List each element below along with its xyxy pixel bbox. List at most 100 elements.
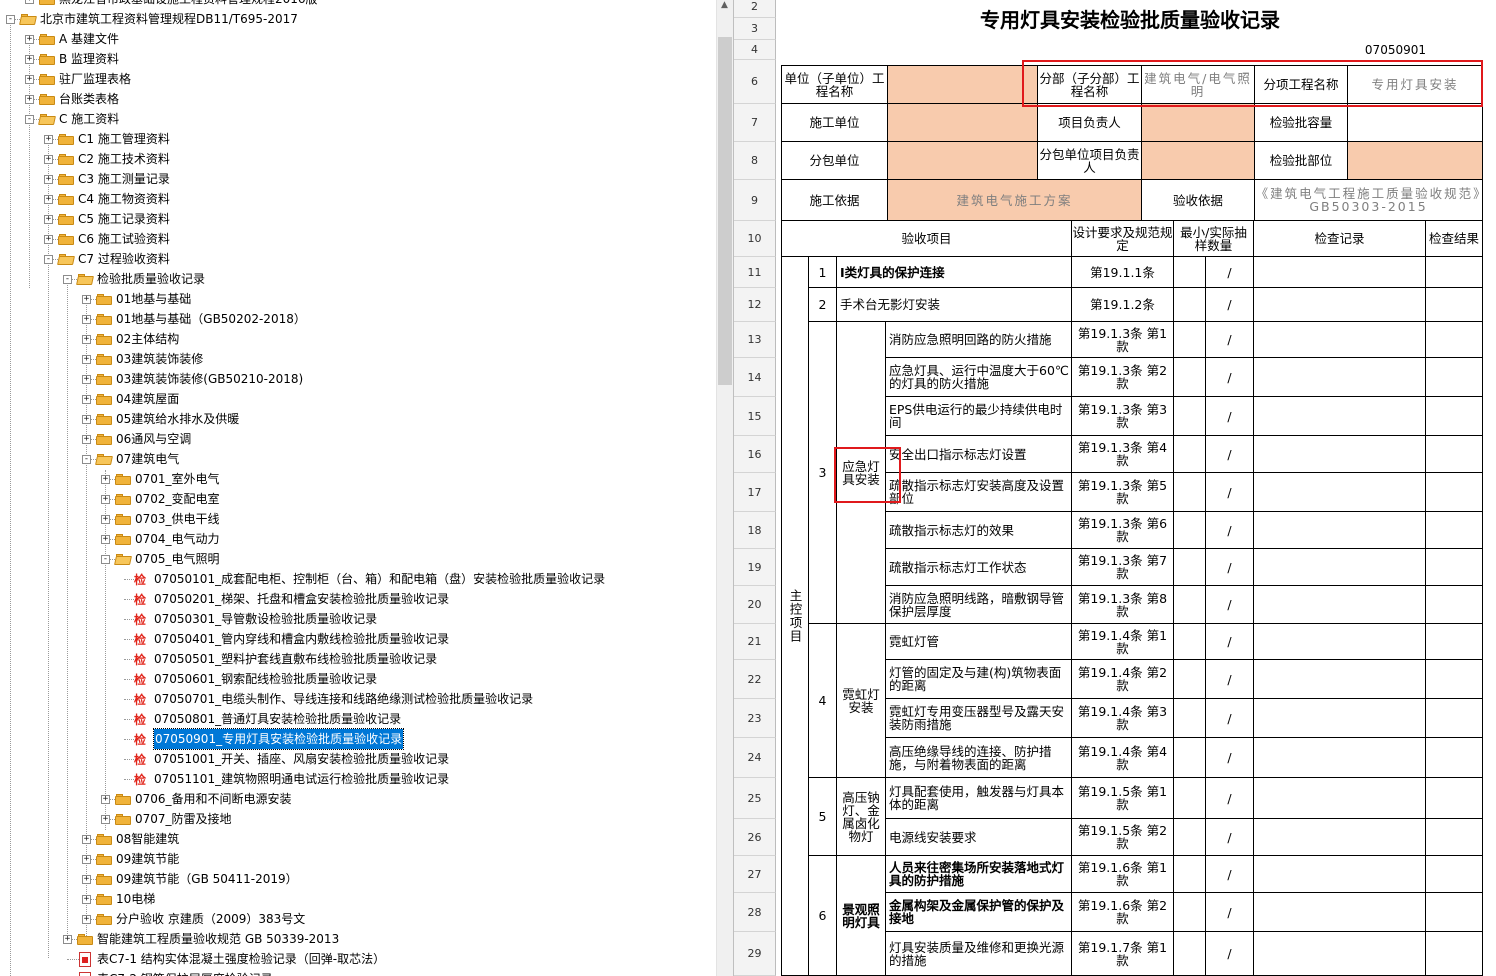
row-header[interactable]: 15 [734,397,776,436]
expand-toggle-icon[interactable]: + [44,175,53,184]
row-header[interactable]: 14 [734,358,776,397]
tree-file-node[interactable]: 表C7-1 结构实体混凝土强度检验记录（回弹-取芯法） [0,949,716,969]
tree-folder-node[interactable]: +01地基与基础（GB50202-2018） [0,309,716,329]
actual-sample-field[interactable]: / [1206,473,1254,512]
check-record-field[interactable] [1254,358,1426,397]
row-header[interactable]: 18 [734,512,776,549]
actual-sample-field[interactable]: / [1206,932,1254,976]
tree-folder-node[interactable]: - C7 过程验收资料 [0,249,716,269]
min-sample-field[interactable] [1174,699,1206,738]
row-header[interactable]: 4 [734,40,776,60]
row-header[interactable]: 9 [734,180,776,221]
actual-sample-field[interactable]: / [1206,660,1254,699]
actual-sample-field[interactable]: / [1206,358,1254,397]
min-sample-field[interactable] [1174,257,1206,288]
check-record-field[interactable] [1254,660,1426,699]
item-name-field[interactable]: 专用灯具安装 [1348,65,1483,104]
constructor-field[interactable] [888,104,1038,142]
tree-folder-node[interactable]: +0702_变配电室 [0,489,716,509]
tree-file-node[interactable]: 表C7-2 钢筋保护层厚度检验记录 [0,969,716,976]
actual-sample-field[interactable]: / [1206,257,1254,288]
expand-toggle-icon[interactable]: + [82,855,91,864]
tree-file-node[interactable]: 检 07050401_管内穿线和槽盒内敷线检验批质量验收记录 [0,629,716,649]
check-record-field[interactable] [1254,778,1426,819]
tree-scrollbar[interactable]: ▲ [716,0,734,976]
expand-toggle-icon[interactable]: + [44,195,53,204]
row-header[interactable]: 11 [734,257,776,288]
expand-toggle-icon[interactable]: + [82,375,91,384]
check-record-field[interactable] [1254,586,1426,624]
collapse-toggle-icon[interactable]: - [25,115,34,124]
check-result-field[interactable] [1426,893,1483,932]
check-record-field[interactable] [1254,893,1426,932]
check-result-field[interactable] [1426,358,1483,397]
expand-toggle-icon[interactable]: + [82,395,91,404]
collapse-toggle-icon[interactable]: - [101,555,110,564]
row-header[interactable]: 26 [734,819,776,856]
tree-file-node[interactable]: 检 07051001_开关、插座、风扇安装检验批质量验收记录 [0,749,716,769]
tree-folder-node[interactable]: + 驻厂监理表格 [0,69,716,89]
min-sample-field[interactable] [1174,778,1206,819]
min-sample-field[interactable] [1174,932,1206,976]
expand-toggle-icon[interactable]: + [82,915,91,924]
row-header[interactable]: 23 [734,699,776,738]
expand-toggle-icon[interactable]: + [101,535,110,544]
tree-folder-node[interactable]: + C2 施工技术资料 [0,149,716,169]
row-header[interactable]: 29 [734,932,776,976]
expand-toggle-icon[interactable]: + [82,875,91,884]
tree-folder-node[interactable]: + B 监理资料 [0,49,716,69]
tree-file-node[interactable]: 检 07050501_塑料护套线直敷布线检验批质量验收记录 [0,649,716,669]
expand-toggle-icon[interactable]: + [82,835,91,844]
check-record-field[interactable] [1254,512,1426,549]
batch-location-field[interactable] [1348,142,1483,180]
check-record-field[interactable] [1254,699,1426,738]
expand-toggle-icon[interactable]: + [25,35,34,44]
expand-toggle-icon[interactable]: + [25,95,34,104]
check-result-field[interactable] [1426,322,1483,358]
row-header[interactable]: 16 [734,436,776,473]
min-sample-field[interactable] [1174,893,1206,932]
subpart-name-field[interactable]: 建筑电气/电气照明 [1142,65,1255,104]
unit-name-field[interactable] [888,65,1038,104]
row-header[interactable]: 19 [734,549,776,586]
tree-folder-node[interactable]: + A 基建文件 [0,29,716,49]
expand-toggle-icon[interactable]: + [25,55,34,64]
tree-folder-node[interactable]: +02主体结构 [0,329,716,349]
row-header[interactable]: 24 [734,738,776,778]
row-header[interactable]: 7 [734,104,776,142]
min-sample-field[interactable] [1174,819,1206,856]
batch-capacity-field[interactable] [1348,104,1483,142]
row-header[interactable]: 10 [734,221,776,257]
actual-sample-field[interactable]: / [1206,624,1254,660]
actual-sample-field[interactable]: / [1206,549,1254,586]
tree-folder-node[interactable]: +01地基与基础 [0,289,716,309]
tree-folder-node[interactable]: + C5 施工记录资料 [0,209,716,229]
tree-folder-node[interactable]: +0703_供电干线 [0,509,716,529]
check-record-field[interactable] [1254,257,1426,288]
row-header[interactable]: 22 [734,660,776,699]
row-header[interactable]: 2 [734,0,776,18]
check-record-field[interactable] [1254,819,1426,856]
tree-folder-node[interactable]: + 智能建筑工程质量验收规范 GB 50339-2013 [0,929,716,949]
expand-toggle-icon[interactable]: + [101,495,110,504]
tree-folder-node[interactable]: +03建筑装饰装修(GB50210-2018) [0,369,716,389]
min-sample-field[interactable] [1174,738,1206,778]
tree-folder-node[interactable]: + C4 施工物资资料 [0,189,716,209]
expand-toggle-icon[interactable]: + [44,215,53,224]
actual-sample-field[interactable]: / [1206,856,1254,893]
project-manager-field[interactable] [1142,104,1255,142]
collapse-toggle-icon[interactable]: - [63,275,72,284]
expand-toggle-icon[interactable]: + [82,415,91,424]
check-result-field[interactable] [1426,738,1483,778]
tree-folder-node[interactable]: +04建筑屋面 [0,389,716,409]
actual-sample-field[interactable]: / [1206,819,1254,856]
min-sample-field[interactable] [1174,436,1206,473]
row-header[interactable]: 8 [734,142,776,180]
expand-toggle-icon[interactable]: + [101,795,110,804]
min-sample-field[interactable] [1174,586,1206,624]
min-sample-field[interactable] [1174,512,1206,549]
tree-folder-node[interactable]: + 台账类表格 [0,89,716,109]
check-result-field[interactable] [1426,624,1483,660]
check-record-field[interactable] [1254,473,1426,512]
min-sample-field[interactable] [1174,549,1206,586]
